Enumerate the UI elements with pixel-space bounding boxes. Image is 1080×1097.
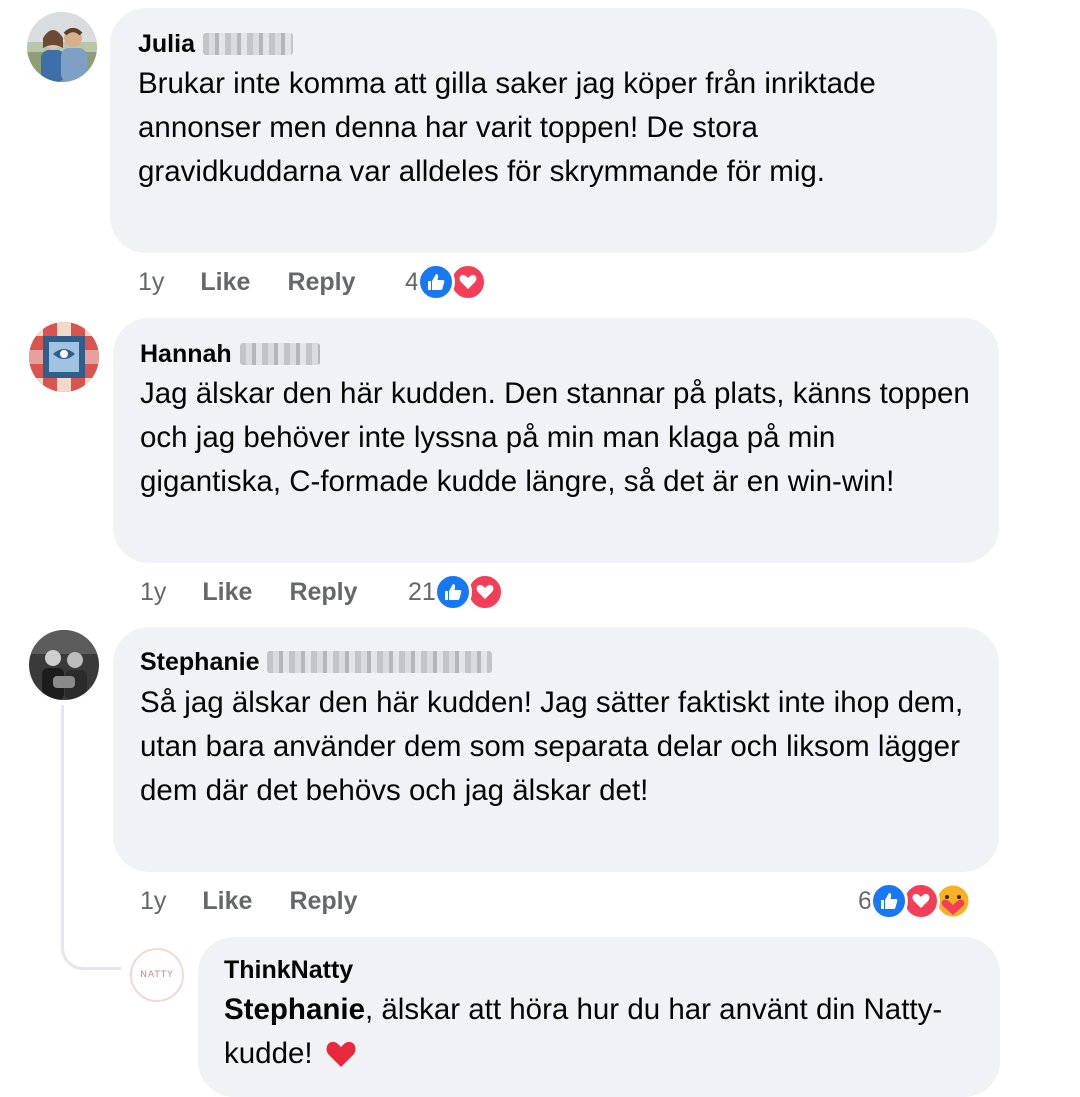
comment-text: Jag älskar den här kudden. Den stannar p…: [140, 377, 970, 498]
redacted-surname: [267, 651, 493, 673]
reaction-summary[interactable]: 6: [858, 881, 972, 921]
comment-timestamp[interactable]: 1y: [138, 268, 164, 297]
reply-button[interactable]: Reply: [289, 578, 357, 607]
avatar-logo-text: NATTY: [140, 970, 174, 980]
reply-thread-line: [61, 705, 121, 970]
heart-emoji-icon: [325, 1038, 357, 1082]
avatar-stephanie[interactable]: [29, 630, 99, 700]
like-button[interactable]: Like: [200, 268, 250, 297]
author-name: Julia: [138, 30, 195, 58]
like-icon: [416, 263, 455, 301]
avatar-hannah[interactable]: [29, 322, 99, 392]
redacted-surname: [202, 33, 293, 55]
avatar-photo: [29, 630, 99, 700]
avatar-julia[interactable]: [27, 12, 97, 82]
comment-author[interactable]: Julia: [138, 30, 293, 59]
like-button[interactable]: Like: [202, 578, 252, 607]
comment-actions: 1y Like Reply: [140, 572, 358, 612]
comment-text: Brukar inte komma att gilla saker jag kö…: [138, 67, 876, 188]
reply-text: Stephanie, älskar att höra hur du har an…: [224, 988, 984, 1082]
like-button[interactable]: Like: [202, 887, 252, 916]
avatar-photo: [27, 12, 97, 82]
reaction-summary[interactable]: 21: [408, 572, 504, 612]
comment-actions: 1y Like Reply: [140, 881, 358, 921]
comment-text: Så jag älskar den här kudden! Jag sätter…: [140, 686, 964, 807]
reply-author[interactable]: ThinkNatty: [224, 956, 353, 985]
reply-button[interactable]: Reply: [289, 887, 357, 916]
like-icon: [433, 573, 472, 611]
comment-author[interactable]: Hannah: [140, 340, 320, 369]
reply-button[interactable]: Reply: [287, 268, 355, 297]
redacted-surname: [239, 343, 320, 365]
comment-timestamp[interactable]: 1y: [140, 578, 166, 607]
like-icon: [869, 882, 908, 920]
reaction-count: 21: [408, 577, 436, 606]
avatar-quilt-image: [29, 322, 99, 392]
author-name: Stephanie: [140, 648, 260, 676]
author-name: Hannah: [140, 340, 232, 368]
mention-link[interactable]: Stephanie: [224, 993, 365, 1026]
avatar-thinknatty[interactable]: NATTY: [130, 948, 184, 1002]
reaction-summary[interactable]: 4: [405, 262, 487, 302]
comment-author[interactable]: Stephanie: [140, 648, 493, 677]
comment-actions: 1y Like Reply: [138, 262, 356, 302]
comment-timestamp[interactable]: 1y: [140, 887, 166, 916]
